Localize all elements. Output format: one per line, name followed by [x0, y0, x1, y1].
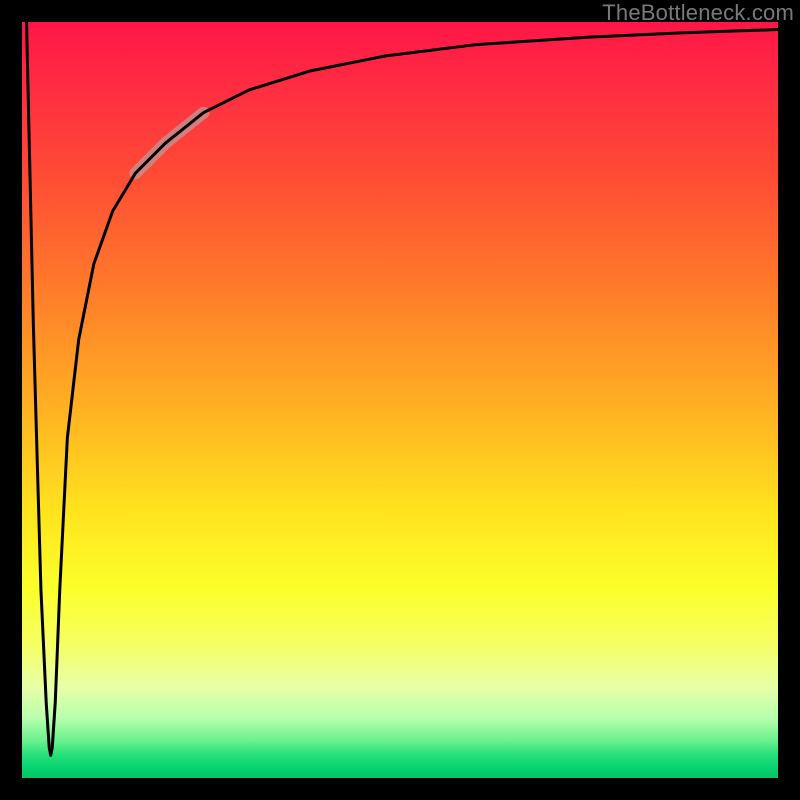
chart-frame: TheBottleneck.com — [0, 0, 800, 800]
plot-area — [22, 22, 778, 778]
attribution-text: TheBottleneck.com — [602, 0, 794, 26]
curve-main — [27, 22, 778, 755]
curve-layer — [22, 22, 778, 778]
curve-highlight — [135, 113, 203, 173]
